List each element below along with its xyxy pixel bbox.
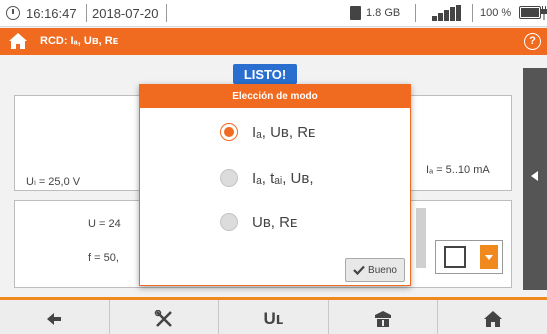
- help-icon[interactable]: ?: [524, 33, 541, 50]
- mode-option-3[interactable]: Uʙ, Rᴇ: [220, 209, 297, 235]
- ia-range: Iₐ = 5..10 mA: [426, 164, 490, 176]
- mode-selection-dialog: Elección de modo Iₐ, Uʙ, Rᴇ Iₐ, tₐᵢ, Uʙ,…: [139, 84, 411, 286]
- ok-button[interactable]: Bueno: [345, 258, 405, 282]
- checkbox-icon: [444, 246, 466, 268]
- clock-icon: [6, 6, 20, 20]
- status-bar: 16:16:47 2018-07-20 1.8 GB 100 %: [0, 0, 547, 27]
- status-badge: LISTO!: [233, 64, 297, 84]
- home-icon: [483, 310, 502, 327]
- dropdown-arrow-icon[interactable]: [480, 245, 498, 269]
- memory-text: 1.8 GB: [366, 7, 401, 19]
- radio-icon[interactable]: [220, 169, 238, 187]
- ul-button-label: Uʟ: [263, 308, 284, 328]
- mode-header: RCD: Iₐ, Uʙ, Rᴇ ?: [0, 28, 547, 55]
- frequency-value: f = 50,: [88, 252, 119, 264]
- home-icon[interactable]: [8, 32, 28, 50]
- divider: [166, 4, 167, 22]
- scroll-strip: [416, 208, 426, 268]
- voltage-value: U = 24: [88, 218, 121, 230]
- mode-option-1[interactable]: Iₐ, Uʙ, Rᴇ: [220, 119, 315, 145]
- setting-selector[interactable]: [435, 240, 503, 274]
- side-panel-tab[interactable]: [523, 68, 547, 290]
- mode-option-label: Iₐ, Uʙ, Rᴇ: [252, 123, 316, 141]
- ok-button-label: Bueno: [368, 264, 397, 276]
- mode-option-label: Iₐ, tₐᵢ, Uʙ,: [252, 169, 314, 187]
- dialog-title: Elección de modo: [140, 85, 410, 108]
- back-button[interactable]: [0, 300, 110, 334]
- ul-button[interactable]: Uʟ: [219, 300, 329, 334]
- battery-percent: 100 %: [480, 7, 512, 19]
- bottom-toolbar: Uʟ: [0, 297, 547, 334]
- measurement-title: RCD: Iₐ, Uʙ, Rᴇ: [40, 35, 119, 47]
- tools-icon: [154, 309, 172, 327]
- divider: [472, 4, 473, 22]
- mode-option-2[interactable]: Iₐ, tₐᵢ, Uʙ,: [220, 165, 314, 191]
- mode-option-label: Uʙ, Rᴇ: [252, 213, 298, 231]
- save-button[interactable]: [328, 300, 439, 334]
- back-arrow-icon: [47, 312, 62, 325]
- ul-value: Uₗ = 25,0 V: [26, 176, 81, 188]
- clock-time: 16:16:47: [26, 6, 77, 21]
- radio-selected-icon[interactable]: [220, 123, 238, 141]
- radio-icon[interactable]: [220, 213, 238, 231]
- date-text: 2018-07-20: [92, 6, 159, 21]
- settings-button[interactable]: [109, 300, 220, 334]
- chevron-left-icon: [531, 171, 538, 181]
- signal-strength-icon: [432, 5, 462, 21]
- home-button[interactable]: [438, 300, 547, 334]
- memory-card-icon: [350, 6, 361, 20]
- divider: [86, 4, 87, 22]
- save-memory-icon: [375, 310, 392, 327]
- check-icon: [353, 265, 365, 275]
- plug-icon: [541, 6, 547, 20]
- battery-icon: [519, 6, 541, 19]
- divider: [415, 4, 416, 22]
